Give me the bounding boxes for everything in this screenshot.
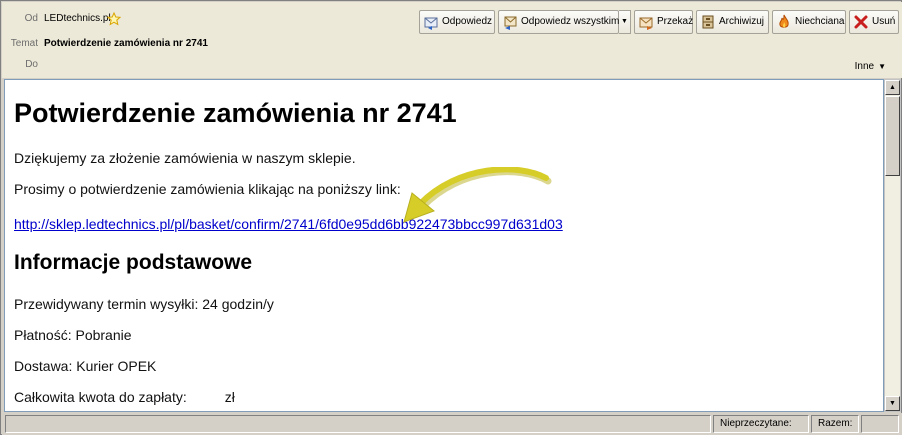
from-label: Od (24, 13, 38, 24)
status-bar: Nieprzeczytane: Razem: (2, 413, 902, 435)
forward-button[interactable]: Przekaż (634, 10, 693, 34)
subject-value: Potwierdzenie zamówienia nr 2741 (44, 38, 208, 49)
status-message (5, 415, 711, 433)
reply-all-icon (504, 16, 517, 30)
archive-icon (702, 15, 714, 29)
to-label: Do (25, 59, 38, 70)
reply-all-label: Odpowiedz wszystkim (521, 16, 620, 27)
message-title: Potwierdzenie zamówienia nr 2741 (14, 98, 457, 128)
junk-button[interactable]: Niechciana (772, 10, 846, 34)
delivery-method: Dostawa: Kurier OPEK (14, 358, 157, 374)
arrow-annotation-icon (403, 167, 552, 223)
reply-label: Odpowiedz (442, 16, 493, 27)
shipping-time: Przewidywany termin wysyłki: 24 godzin/y (14, 296, 274, 312)
scroll-down-icon[interactable]: ▼ (885, 396, 900, 411)
forward-label: Przekaż (657, 16, 694, 27)
scroll-thumb[interactable] (885, 96, 900, 176)
delete-button[interactable]: Usuń (849, 10, 899, 34)
total-amount: Całkowita kwota do zapłaty: zł (14, 389, 235, 405)
archive-label: Archiwizuj (719, 16, 765, 27)
delete-label: Usuń (872, 16, 896, 27)
section-title: Informacje podstawowe (14, 251, 253, 274)
reply-all-button[interactable]: Odpowiedz wszystkim (498, 10, 619, 34)
reply-icon (424, 17, 438, 30)
scroll-up-icon[interactable]: ▲ (885, 80, 900, 95)
thanks-text: Dziękujemy za złożenie zamówienia w nasz… (14, 150, 356, 166)
junk-label: Niechciana (795, 16, 845, 27)
chevron-down-icon: ▼ (878, 62, 886, 71)
total-currency: zł (224, 389, 235, 405)
more-actions-label: Inne (854, 61, 875, 72)
total-count: Razem: (811, 415, 859, 433)
unread-count: Nieprzeczytane: (713, 415, 809, 433)
delete-icon (854, 15, 868, 29)
forward-icon (639, 17, 653, 30)
flame-icon (779, 14, 789, 28)
from-value[interactable]: LEDtechnics.pl (44, 13, 111, 24)
message-body: Potwierdzenie zamówienia nr 2741 Dziękuj… (4, 79, 884, 412)
payment-method: Płatność: Pobranie (14, 327, 132, 343)
confirm-prompt: Prosimy o potwierdzenie zamówienia klika… (14, 181, 401, 197)
vertical-scrollbar[interactable]: ▲ ▼ (884, 79, 901, 412)
subject-label: Temat (10, 38, 38, 49)
status-extra (861, 415, 899, 433)
reply-button[interactable]: Odpowiedz (419, 10, 495, 34)
reply-all-dropdown[interactable]: ▼ (619, 10, 631, 34)
mail-window: Od LEDtechnics.pl Temat Potwierdzenie za… (0, 0, 902, 435)
archive-button[interactable]: Archiwizuj (696, 10, 769, 34)
star-icon[interactable] (107, 12, 121, 26)
message-header: Od LEDtechnics.pl Temat Potwierdzenie za… (2, 2, 902, 78)
more-actions-button[interactable]: Inne ▼ (855, 60, 886, 74)
total-label: Całkowita kwota do zapłaty: (14, 389, 187, 405)
